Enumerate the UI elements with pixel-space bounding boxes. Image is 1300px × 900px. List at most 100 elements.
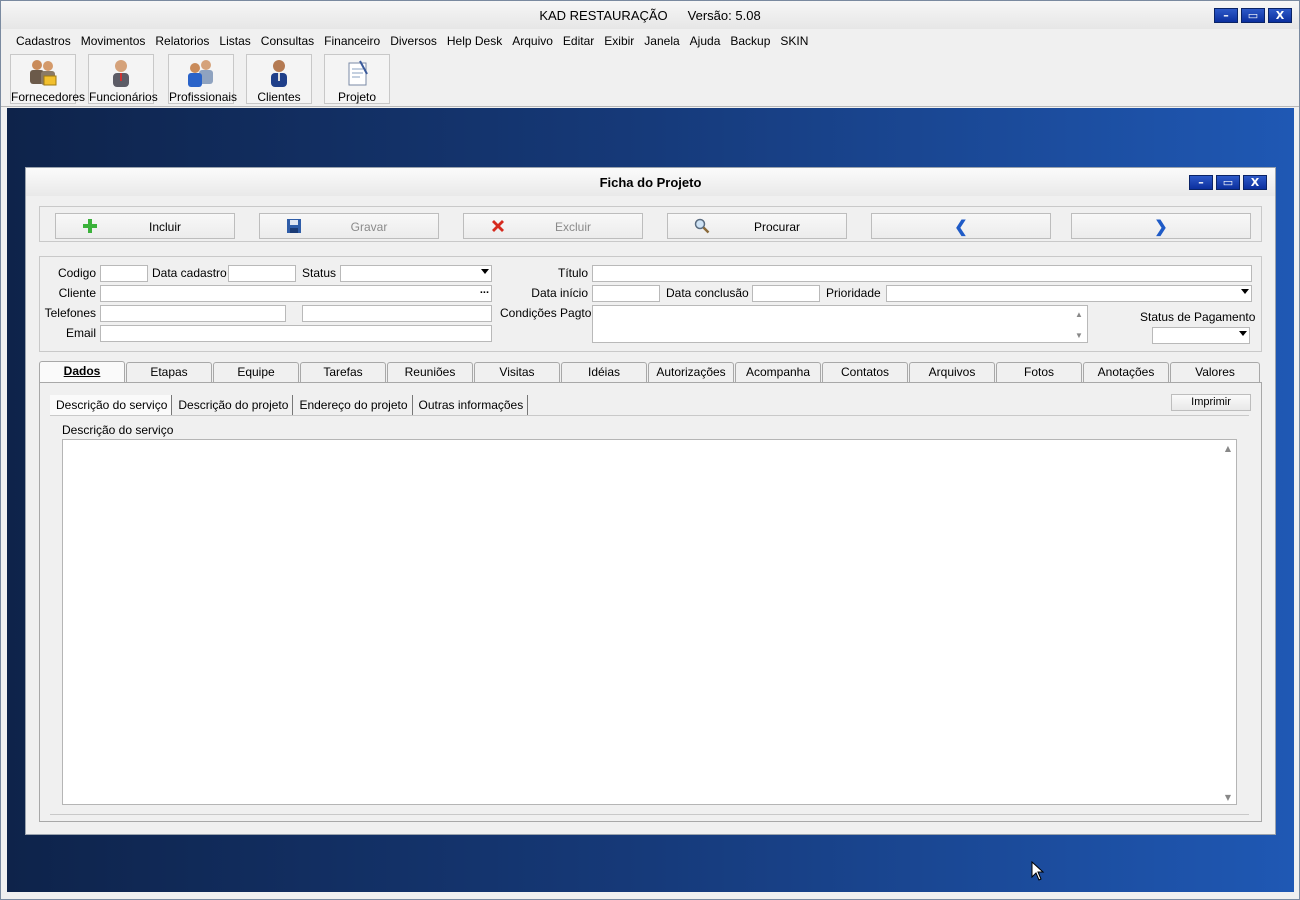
tab-tarefas[interactable]: Tarefas: [300, 362, 386, 382]
data-inicio-field[interactable]: [592, 285, 660, 302]
subtab-descricao-projeto[interactable]: Descrição do projeto: [172, 395, 294, 415]
suppliers-icon: [30, 60, 57, 86]
cliente-lookup-button[interactable]: ...: [480, 284, 489, 296]
scroll-up-icon[interactable]: ▲: [1220, 444, 1236, 453]
menu-listas[interactable]: Listas: [214, 31, 255, 51]
menu-consultas[interactable]: Consultas: [256, 31, 319, 51]
excluir-button[interactable]: Excluir: [463, 213, 643, 239]
project-icon: [348, 60, 368, 86]
descricao-scrollbar[interactable]: ▲ ▼: [1220, 440, 1236, 804]
email-label: Email: [65, 326, 96, 340]
email-field[interactable]: [100, 325, 492, 342]
scroll-down-icon[interactable]: ▼: [1220, 793, 1236, 802]
toolbar-clientes-button[interactable]: Clientes: [246, 54, 312, 104]
menu-movimentos[interactable]: Movimentos: [76, 31, 151, 51]
cliente-field[interactable]: ...: [100, 284, 492, 302]
codigo-label: Codigo: [57, 266, 96, 280]
tab-autorizacoes[interactable]: Autorizações: [648, 362, 734, 382]
incluir-button[interactable]: Incluir: [55, 213, 235, 239]
condicoes-scrollbar[interactable]: ▲ ▼: [1071, 306, 1087, 342]
descricao-servico-panel: Descrição do serviço ▲ ▼: [50, 415, 1249, 815]
sub-tabs: Descrição do serviço Descrição do projet…: [50, 395, 529, 415]
imprimir-button[interactable]: Imprimir: [1171, 394, 1251, 411]
menu-skin[interactable]: SKIN: [775, 31, 813, 51]
subtab-endereco-projeto[interactable]: Endereço do projeto: [293, 395, 413, 415]
prioridade-select[interactable]: [886, 285, 1252, 302]
employee-icon: [113, 60, 129, 87]
next-record-button[interactable]: ❯: [1071, 213, 1251, 239]
main-tabs: Dados Etapas Equipe Tarefas Reuniões Vis…: [39, 361, 1262, 383]
dados-tab-panel: Descrição do serviço Descrição do projet…: [39, 382, 1262, 822]
menu-cadastros[interactable]: Cadastros: [11, 31, 76, 51]
gravar-label: Gravar: [350, 220, 388, 234]
data-conclusao-field[interactable]: [752, 285, 820, 302]
chevron-down-icon: [1241, 289, 1249, 294]
status-label: Status: [302, 266, 337, 280]
toolbar-profissionais-button[interactable]: Profissionais: [168, 54, 237, 104]
menu-janela[interactable]: Janela: [639, 31, 684, 51]
menu-help-desk[interactable]: Help Desk: [442, 31, 507, 51]
data-cadastro-field[interactable]: [228, 265, 296, 282]
project-close-button[interactable]: X: [1243, 175, 1267, 190]
cliente-label: Cliente: [58, 286, 96, 300]
app-maximize-button[interactable]: ▭: [1241, 8, 1265, 23]
menu-exibir[interactable]: Exibir: [599, 31, 639, 51]
tab-anotacoes[interactable]: Anotações: [1083, 362, 1169, 382]
app-window: KAD RESTAURAÇÃO Versão: 5.08 – ▭ X Cadast…: [0, 0, 1300, 900]
descricao-servico-label: Descrição do serviço: [62, 423, 174, 437]
tab-fotos[interactable]: Fotos: [996, 362, 1082, 382]
tab-etapas[interactable]: Etapas: [126, 362, 212, 382]
tab-equipe[interactable]: Equipe: [213, 362, 299, 382]
app-minimize-button[interactable]: –: [1214, 8, 1238, 23]
tab-reunioes[interactable]: Reuniões: [387, 362, 473, 382]
scroll-down-icon[interactable]: ▼: [1071, 331, 1087, 340]
telefone1-field[interactable]: [100, 305, 286, 322]
condicoes-pagto-textarea[interactable]: ▲ ▼: [592, 305, 1088, 343]
data-cadastro-label: Data cadastro: [152, 266, 227, 280]
subtab-outras-informacoes[interactable]: Outras informações: [413, 395, 529, 415]
toolbar-fornecedores-button[interactable]: Fornecedores: [10, 54, 86, 104]
menu-financeiro[interactable]: Financeiro: [319, 31, 385, 51]
toolbar-projeto-button[interactable]: Projeto: [324, 54, 390, 104]
menu-backup[interactable]: Backup: [725, 31, 775, 51]
menu-editar[interactable]: Editar: [558, 31, 599, 51]
tab-contatos[interactable]: Contatos: [822, 362, 908, 382]
condicoes-pagto-label: Condições Pagto: [500, 306, 592, 320]
incluir-label: Incluir: [148, 220, 181, 234]
descricao-servico-textarea[interactable]: ▲ ▼: [62, 439, 1237, 805]
tab-ideias[interactable]: Idéias: [561, 362, 647, 382]
project-window: Ficha do Projeto – ▭ X Incluir Gravar Ex…: [25, 167, 1276, 835]
procurar-label: Procurar: [753, 220, 800, 234]
chevron-down-icon: [481, 269, 489, 274]
procurar-button[interactable]: Procurar: [667, 213, 847, 239]
tab-acompanha[interactable]: Acompanha: [735, 362, 821, 382]
chevron-down-icon: [1239, 331, 1247, 336]
chevron-right-icon: ❯: [1154, 219, 1168, 236]
telefone2-field[interactable]: [302, 305, 492, 322]
menu-ajuda[interactable]: Ajuda: [685, 31, 726, 51]
menu-relatorios[interactable]: Relatorios: [150, 31, 214, 51]
status-select[interactable]: [340, 265, 492, 282]
tab-dados[interactable]: Dados: [39, 361, 125, 383]
titulo-field[interactable]: [592, 265, 1252, 282]
previous-record-button[interactable]: ❮: [871, 213, 1051, 239]
subtab-descricao-servico[interactable]: Descrição do serviço: [50, 395, 173, 415]
tab-valores[interactable]: Valores: [1170, 362, 1260, 382]
scroll-up-icon[interactable]: ▲: [1071, 310, 1087, 319]
action-bar: Incluir Gravar Excluir Procurar ❮ ❯: [39, 206, 1262, 242]
app-window-controls: – ▭ X: [1214, 8, 1292, 23]
toolbar-funcionarios-button[interactable]: Funcionários: [88, 54, 158, 104]
gravar-button[interactable]: Gravar: [259, 213, 439, 239]
toolbar-projeto-label: Projeto: [337, 90, 377, 104]
app-close-button[interactable]: X: [1268, 8, 1292, 23]
toolbar-fornecedores-label: Fornecedores: [11, 90, 86, 104]
tab-visitas[interactable]: Visitas: [474, 362, 560, 382]
project-minimize-button[interactable]: –: [1189, 175, 1213, 190]
codigo-field[interactable]: [100, 265, 148, 282]
status-pagamento-label: Status de Pagamento: [1140, 310, 1256, 324]
tab-arquivos[interactable]: Arquivos: [909, 362, 995, 382]
status-pagamento-select[interactable]: [1152, 327, 1250, 344]
project-maximize-button[interactable]: ▭: [1216, 175, 1240, 190]
menu-diversos[interactable]: Diversos: [385, 31, 442, 51]
menu-arquivo[interactable]: Arquivo: [507, 31, 558, 51]
